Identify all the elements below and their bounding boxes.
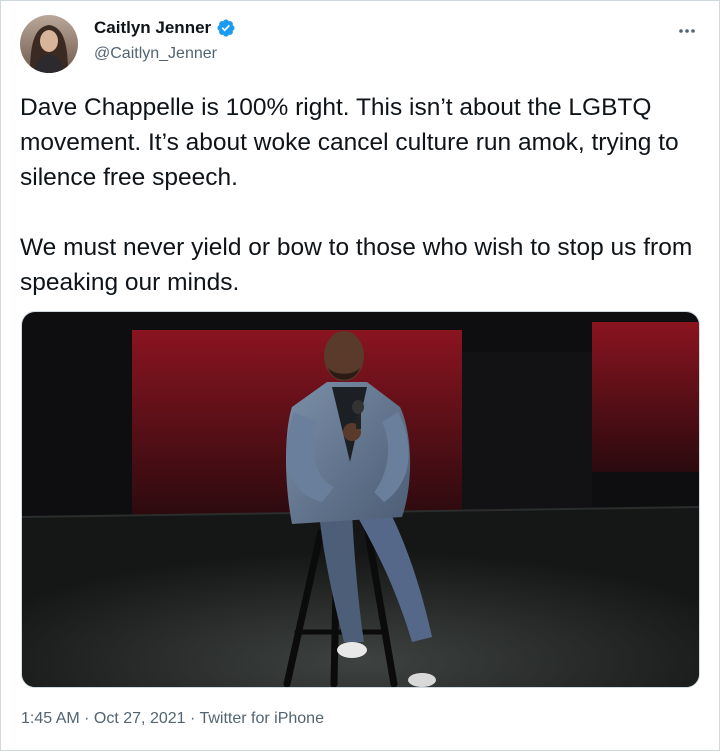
verified-badge-icon	[216, 18, 236, 38]
display-name[interactable]: Caitlyn Jenner	[94, 18, 211, 38]
tweet-card: Caitlyn Jenner @Caitlyn_Jenner Dave Chap…	[0, 0, 720, 751]
tweet-paragraph: We must never yield or bow to those who …	[20, 234, 693, 296]
author-handle[interactable]: @Caitlyn_Jenner	[94, 45, 217, 63]
avatar[interactable]	[20, 15, 78, 73]
more-options-icon[interactable]	[677, 21, 697, 41]
name-row: Caitlyn Jenner	[94, 18, 236, 38]
tweet-timestamp[interactable]: 1:45 AM · Oct 27, 2021 · Twitter for iPh…	[21, 710, 324, 728]
tweet-text: Dave Chappelle is 100% right. This isn’t…	[20, 90, 704, 300]
tweet-paragraph: Dave Chappelle is 100% right. This isn’t…	[20, 94, 679, 191]
tweet-media-video[interactable]	[21, 311, 700, 688]
